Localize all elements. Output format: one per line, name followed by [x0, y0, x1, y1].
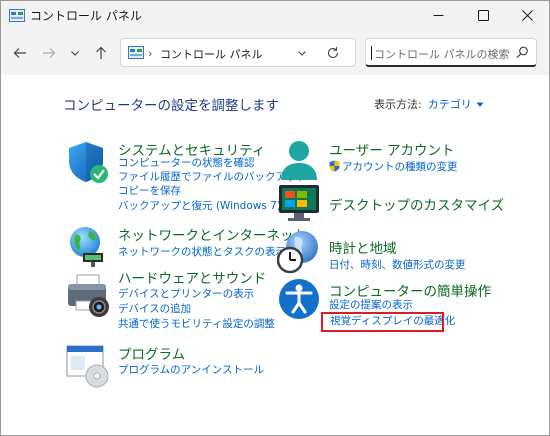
- dropdown-arrow-icon[interactable]: [476, 102, 484, 108]
- control-panel-small-icon: [128, 46, 144, 59]
- view-by-label: 表示方法:: [374, 98, 422, 111]
- link-network-status-tasks[interactable]: ネットワークの状態とタスクの表示: [118, 245, 286, 259]
- maximize-icon: [477, 9, 489, 21]
- link-add-device[interactable]: デバイスの追加: [118, 302, 191, 316]
- category-title-clock-region[interactable]: 時計と地域: [329, 237, 397, 257]
- forward-arrow-icon: [43, 48, 56, 58]
- address-text: コントロール パネル: [160, 48, 263, 61]
- accessibility-icon[interactable]: [277, 277, 323, 323]
- search-placeholder: コントロール パネルの検索: [374, 48, 510, 61]
- search-icon[interactable]: [516, 46, 529, 59]
- refresh-icon[interactable]: [326, 46, 340, 60]
- link-change-date-time-format[interactable]: 日付、時刻、数値形式の変更: [329, 258, 466, 272]
- category-title-ease-of-access[interactable]: コンピューターの簡単操作: [329, 280, 491, 300]
- close-button[interactable]: [505, 1, 549, 29]
- forward-button[interactable]: [38, 42, 60, 64]
- minimize-button[interactable]: [416, 1, 460, 29]
- chevron-down-icon: [71, 51, 79, 56]
- view-by-dropdown[interactable]: カテゴリ: [428, 98, 472, 111]
- link-mobility-settings[interactable]: 共通で使うモビリティ設定の調整: [118, 317, 275, 331]
- highlight-box: [321, 312, 444, 332]
- navigation-bar: › コントロール パネル コントロール パネルの検索: [1, 29, 549, 75]
- recent-locations-button[interactable]: [64, 42, 86, 64]
- link-change-account-type-label: アカウントの種類の変更: [342, 161, 458, 173]
- programs-icon[interactable]: [65, 342, 111, 388]
- clock-globe-icon[interactable]: [277, 229, 323, 275]
- link-change-account-type[interactable]: アカウントの種類の変更: [329, 160, 458, 174]
- link-uninstall-program[interactable]: プログラムのアンインストール: [118, 363, 264, 377]
- link-backup-restore[interactable]: バックアップと復元 (Windows 7): [118, 199, 281, 213]
- window-title: コントロール パネル: [30, 9, 142, 23]
- user-icon[interactable]: [277, 138, 323, 184]
- address-dropdown-icon[interactable]: [297, 48, 307, 58]
- link-check-computer-status[interactable]: コンピューターの状態を確認: [118, 156, 255, 170]
- text-cursor: [371, 46, 372, 60]
- category-title-user-accounts[interactable]: ユーザー アカウント: [329, 139, 455, 159]
- link-save-copy[interactable]: コピーを保存: [118, 184, 181, 198]
- back-button[interactable]: [9, 42, 31, 64]
- page-title: コンピューターの設定を調整します: [63, 98, 279, 114]
- shield-icon[interactable]: [65, 139, 111, 185]
- view-by: 表示方法: カテゴリ: [374, 96, 484, 112]
- printer-icon[interactable]: [65, 273, 111, 319]
- title-bar: コントロール パネル: [1, 1, 549, 29]
- back-arrow-icon: [13, 48, 26, 58]
- desktop-icon[interactable]: [277, 181, 323, 227]
- control-panel-window: コントロール パネル › コントロール パネル コントロール パネルの検索 コン…: [0, 0, 550, 436]
- search-box[interactable]: コントロール パネルの検索: [365, 38, 537, 67]
- category-title-hardware-sound[interactable]: ハードウェアとサウンド: [118, 267, 266, 287]
- link-suggested-settings[interactable]: 設定の提案の表示: [329, 298, 413, 312]
- network-globe-icon[interactable]: [65, 223, 111, 269]
- up-arrow-icon: [96, 46, 106, 59]
- category-title-desktop-customization[interactable]: デスクトップのカスタマイズ: [329, 194, 504, 214]
- address-bar[interactable]: › コントロール パネル: [120, 38, 356, 67]
- breadcrumb-separator-icon: ›: [148, 47, 153, 60]
- uac-shield-icon: [329, 160, 340, 172]
- close-icon: [521, 9, 533, 21]
- control-panel-app-icon: [9, 9, 25, 22]
- up-button[interactable]: [90, 42, 112, 64]
- link-devices-printers[interactable]: デバイスとプリンターの表示: [118, 287, 254, 301]
- category-title-programs[interactable]: プログラム: [118, 343, 185, 363]
- maximize-button[interactable]: [461, 1, 505, 29]
- minimize-icon: [433, 14, 443, 16]
